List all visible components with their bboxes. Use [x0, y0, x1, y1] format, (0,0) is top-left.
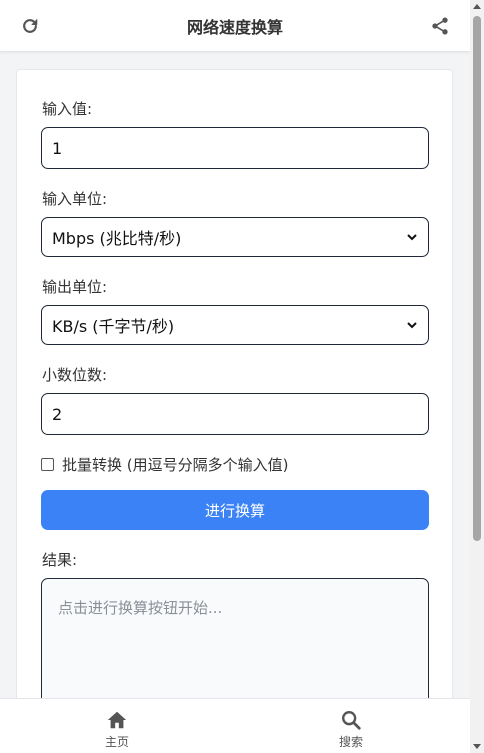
scrollbar-thumb[interactable] — [473, 16, 481, 541]
output-unit-label: 输出单位: — [42, 278, 108, 296]
output-unit-select[interactable]: KB/s (千字节/秒) — [41, 305, 429, 345]
nav-item-home[interactable]: 主页 — [87, 709, 147, 750]
input-unit-selected: Mbps (兆比特/秒) — [52, 229, 182, 248]
bottom-nav: 主页 搜索 — [0, 698, 470, 753]
converter-card: 输入值: 1 输入单位: Mbps (兆比特/秒) 输出单位: KB/s (千字… — [16, 69, 453, 718]
decimals-text: 2 — [52, 404, 63, 424]
convert-button[interactable]: 进行换算 — [41, 490, 429, 530]
top-bar: 网络速度换算 — [0, 0, 470, 52]
result-area[interactable]: 点击进行换算按钮开始... — [41, 578, 429, 718]
output-unit-selected: KB/s (千字节/秒) — [52, 317, 175, 336]
batch-checkbox[interactable] — [41, 458, 54, 471]
nav-label-search: 搜索 — [338, 735, 363, 749]
share-icon[interactable] — [430, 16, 450, 36]
search-icon — [342, 711, 361, 730]
page-title: 网络速度换算 — [186, 17, 283, 37]
nav-item-search[interactable]: 搜索 — [321, 709, 381, 750]
decimals-field[interactable]: 2 — [41, 393, 429, 435]
chevron-down-icon — [407, 234, 417, 241]
scroll-down-icon[interactable] — [473, 744, 481, 749]
chevron-down-icon — [407, 322, 417, 329]
scrollbar[interactable] — [470, 0, 484, 753]
input-value-field[interactable]: 1 — [41, 127, 429, 169]
input-value-text: 1 — [52, 138, 63, 158]
nav-label-home: 主页 — [104, 735, 129, 749]
batch-label: 批量转换 (用逗号分隔多个输入值) — [62, 456, 289, 474]
input-unit-select[interactable]: Mbps (兆比特/秒) — [41, 217, 429, 257]
result-placeholder: 点击进行换算按钮开始... — [58, 599, 223, 617]
input-value-label: 输入值: — [42, 100, 93, 118]
batch-row: 批量转换 (用逗号分隔多个输入值) — [41, 454, 288, 475]
home-icon — [107, 711, 127, 729]
result-label: 结果: — [42, 551, 78, 569]
decimals-label: 小数位数: — [42, 366, 108, 384]
input-unit-label: 输入单位: — [42, 190, 108, 208]
scroll-up-icon[interactable] — [473, 4, 481, 9]
refresh-icon[interactable] — [20, 16, 40, 36]
